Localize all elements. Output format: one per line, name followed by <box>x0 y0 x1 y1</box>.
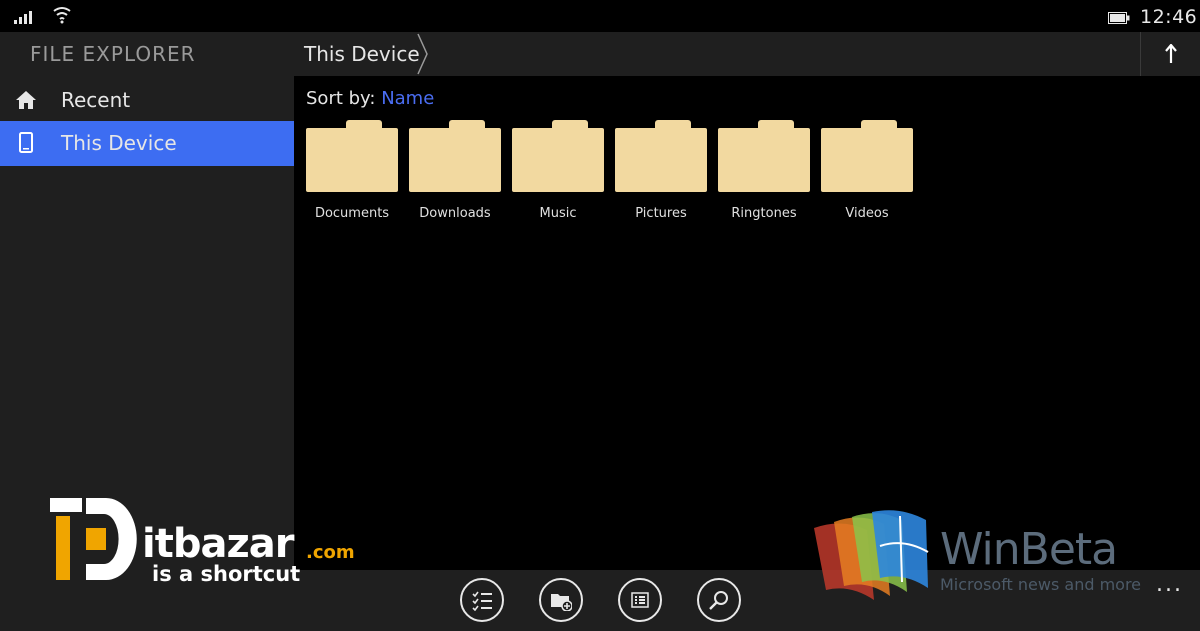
itbazar-domain: .com <box>306 542 355 563</box>
breadcrumb-chevron-icon <box>417 33 428 75</box>
winbeta-tagline: Microsoft news and more <box>940 575 1142 594</box>
search-button[interactable] <box>697 578 741 622</box>
phone-icon <box>19 132 33 153</box>
list-view-icon <box>631 592 649 608</box>
folder-downloads[interactable]: Downloads <box>407 120 503 228</box>
clock: 12:46 <box>1140 6 1198 28</box>
home-icon <box>16 91 36 109</box>
itbazar-name: itbazar <box>142 521 294 567</box>
itbazar-watermark: itbazar .com is a shortcut <box>50 494 380 594</box>
folder-label: Music <box>539 206 577 221</box>
folder-label: Downloads <box>419 206 491 221</box>
folder-videos[interactable]: Videos <box>819 120 915 228</box>
header-bar: This Device <box>294 32 1200 76</box>
folder-label: Videos <box>845 206 889 221</box>
sidebar-item-this-device[interactable]: This Device <box>0 121 294 166</box>
file-list: Sort by: Name Documents Downloads Music … <box>294 76 1200 570</box>
new-folder-icon <box>551 594 572 611</box>
arrow-up-icon <box>1165 44 1177 63</box>
sort-control: Sort by: Name <box>306 88 434 109</box>
sort-value[interactable]: Name <box>381 88 434 109</box>
sidebar-item-label: Recent <box>61 88 131 112</box>
wifi-icon <box>53 7 71 24</box>
sort-label: Sort by: <box>306 88 376 109</box>
folder-documents[interactable]: Documents <box>304 120 400 228</box>
battery-icon <box>1108 12 1130 24</box>
sidebar-item-recent[interactable]: Recent <box>0 78 294 123</box>
folder-label: Documents <box>314 206 390 221</box>
select-icon <box>472 591 492 611</box>
search-icon <box>709 591 728 610</box>
folder-pictures[interactable]: Pictures <box>613 120 709 228</box>
app-title: FILE EXPLORER <box>30 42 196 66</box>
winbeta-watermark: WinBeta Microsoft news and more <box>812 508 1172 603</box>
new-folder-button[interactable] <box>539 578 583 622</box>
folder-label: Ringtones <box>731 206 797 221</box>
status-bar: 12:46 <box>0 0 1200 32</box>
folder-label: Pictures <box>635 206 687 221</box>
folder-ringtones[interactable]: Ringtones <box>716 120 812 228</box>
select-button[interactable] <box>460 578 504 622</box>
folder-music[interactable]: Music <box>510 120 606 228</box>
list-view-button[interactable] <box>618 578 662 622</box>
itbazar-tagline: is a shortcut <box>152 562 301 586</box>
signal-icon <box>14 11 32 24</box>
itbazar-logo-icon <box>50 498 137 580</box>
up-folder-button[interactable] <box>1140 32 1200 76</box>
winbeta-name: WinBeta <box>940 524 1118 575</box>
sidebar-item-label: This Device <box>61 131 177 155</box>
winbeta-logo-icon <box>814 510 929 600</box>
breadcrumb[interactable]: This Device <box>304 42 420 66</box>
